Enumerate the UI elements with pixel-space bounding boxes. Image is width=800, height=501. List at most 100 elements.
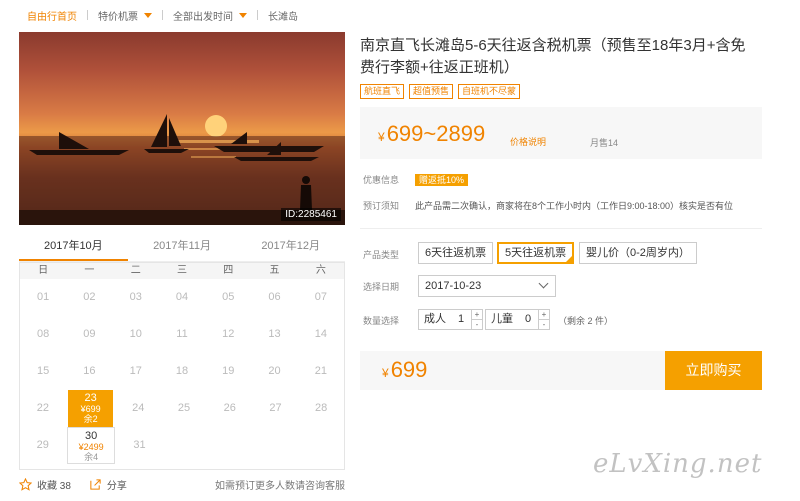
calendar-day: 20	[268, 365, 281, 377]
chevron-down-icon[interactable]	[144, 12, 152, 18]
calendar-day: 27	[269, 402, 282, 414]
share-button[interactable]: 分享	[89, 477, 127, 492]
photo-id-tag: ID:2285461	[281, 208, 341, 221]
calendar-day: 31	[133, 439, 146, 451]
calendar-day[interactable]: 23 ¥699 余2	[67, 390, 114, 427]
currency-symbol: ¥	[382, 366, 389, 380]
calendar-day: 29	[36, 439, 49, 451]
calendar-day: 16	[83, 365, 96, 377]
calendar-day-number: 23	[84, 392, 97, 404]
promo-row: 优惠信息 赠返抵10%	[363, 173, 469, 186]
calendar-day: 05	[222, 291, 235, 303]
weekday-label: 日	[38, 265, 49, 276]
calendar-day: 07	[314, 291, 327, 303]
breadcrumb-item-departure-time[interactable]: 全部出发时间	[173, 8, 233, 23]
calendar-week-row: 22 23 ¥699 余2 24 25 26 27 28	[20, 390, 344, 427]
month-tabs: 2017年10月 2017年11月 2017年12月	[19, 236, 345, 262]
product-tag: 超值预售	[409, 84, 454, 99]
calendar-day: 02	[83, 291, 96, 303]
breadcrumb-separator	[162, 10, 163, 20]
product-type-option-5day[interactable]: 5天往返机票	[497, 242, 575, 264]
breadcrumb-separator	[87, 10, 88, 20]
calendar-day: 19	[222, 365, 235, 377]
calendar-day: 21	[314, 365, 327, 377]
product-photo: ID:2285461	[19, 32, 345, 225]
notice-text: 此产品需二次确认，商家将在8个工作小时内（工作日9:00-18:00）核实是否有…	[415, 201, 734, 211]
calendar-day: 18	[175, 365, 189, 377]
child-label: 儿童	[491, 313, 513, 325]
calendar-day: 14	[314, 328, 327, 340]
chevron-down-icon[interactable]	[239, 12, 247, 18]
calendar-day: 13	[268, 328, 281, 340]
breadcrumb-separator	[257, 10, 258, 20]
product-tags: 航班直飞 超值预售 自班机不尽蒙	[360, 84, 521, 99]
product-tag: 自班机不尽蒙	[458, 84, 521, 99]
price-range: ¥699~2899	[378, 121, 485, 147]
child-count[interactable]: 0	[518, 310, 538, 329]
calendar-grid: 01 02 03 04 05 06 07 08 09 10 11 12 13 14 15 16 17 18 19 20…	[20, 279, 344, 464]
favorite-button[interactable]: 收藏 38	[19, 477, 71, 492]
adult-label: 成人	[424, 313, 446, 325]
calendar-day: 10	[129, 328, 142, 340]
price-explanation-link[interactable]: 价格说明	[510, 135, 546, 148]
quantity-label: 数量选择	[363, 316, 400, 326]
calendar-day: 24	[132, 402, 145, 414]
calendar: 日 一 二 三 四 五 六 01 02 03 04 05 06 07 08 09 10 11 12 13 14 15 16…	[19, 262, 345, 470]
calendar-day: 09	[83, 328, 96, 340]
calendar-day: 25	[177, 402, 191, 414]
breadcrumb: 自由行首页 特价机票 全部出发时间 长滩岛	[27, 8, 298, 23]
calendar-weekday-header: 日一二三四五六	[20, 263, 344, 279]
adult-quantity-stepper[interactable]: 成人 1 + -	[418, 309, 483, 330]
weekday-label: 三	[176, 265, 187, 276]
currency-symbol: ¥	[378, 130, 385, 144]
calendar-day-price: ¥699	[80, 404, 101, 414]
remaining-stock: （剩余 2 件）	[558, 316, 614, 326]
month-tab[interactable]: 2017年10月	[19, 236, 128, 261]
product-title: 南京直飞长滩岛5-6天往返含税机票（预售至18年3月+含免费行李额+往返正班机）	[360, 37, 746, 76]
share-icon	[90, 479, 101, 490]
buy-now-button[interactable]: 立即购买	[665, 351, 762, 390]
calendar-week-row: 15 16 17 18 19 20 21	[20, 353, 344, 390]
adult-increment-button[interactable]: +	[472, 310, 482, 320]
breadcrumb-item-destination: 长滩岛	[268, 11, 298, 23]
product-type-label: 产品类型	[363, 250, 400, 260]
calendar-day: 06	[268, 291, 281, 303]
product-type-option-6day[interactable]: 6天往返机票	[418, 242, 494, 264]
month-tab[interactable]: 2017年12月	[236, 236, 345, 261]
favorite-label: 收藏 38	[37, 481, 71, 492]
calendar-day: 17	[129, 365, 142, 377]
month-tab[interactable]: 2017年11月	[128, 236, 237, 261]
weekday-label: 六	[315, 265, 326, 276]
weekday-label: 一	[84, 265, 95, 276]
date-value: 2017-10-23	[425, 280, 482, 292]
promo-badge: 赠返抵10%	[415, 174, 469, 186]
calendar-day: 12	[222, 328, 235, 340]
calendar-day: 11	[176, 328, 188, 340]
date-label: 选择日期	[363, 282, 400, 292]
notice-row: 预订须知 此产品需二次确认，商家将在8个工作小时内（工作日9:00-18:00）…	[363, 199, 733, 212]
child-decrement-button[interactable]: -	[539, 320, 549, 329]
product-type-option-infant[interactable]: 婴儿价（0-2周岁内）	[579, 242, 697, 264]
adult-decrement-button[interactable]: -	[472, 320, 482, 329]
calendar-day[interactable]: 30 ¥2499 余4	[67, 427, 115, 464]
notice-label: 预订须知	[363, 201, 400, 211]
child-increment-button[interactable]: +	[539, 310, 549, 320]
chevron-down-icon	[538, 278, 549, 289]
calendar-day: 28	[315, 402, 328, 414]
date-select[interactable]: 2017-10-23	[418, 275, 556, 297]
customer-service-note[interactable]: 如需预订更多人数请咨询客服	[215, 477, 345, 492]
final-price-value: 699	[390, 357, 428, 382]
calendar-day: 01	[37, 291, 50, 303]
calendar-day: 03	[129, 291, 142, 303]
breadcrumb-home-link[interactable]: 自由行首页	[27, 8, 77, 23]
breadcrumb-item-flights[interactable]: 特价机票	[98, 8, 138, 23]
divider	[360, 228, 762, 229]
share-label: 分享	[106, 481, 127, 492]
calendar-day: 08	[37, 328, 50, 340]
weekday-label: 五	[269, 265, 280, 276]
calendar-day-price: ¥2499	[78, 442, 104, 452]
child-quantity-stepper[interactable]: 儿童 0 + -	[485, 309, 550, 330]
calendar-day: 26	[223, 402, 236, 414]
calendar-week-row: 01 02 03 04 05 06 07	[20, 279, 344, 316]
adult-count[interactable]: 1	[451, 310, 471, 329]
